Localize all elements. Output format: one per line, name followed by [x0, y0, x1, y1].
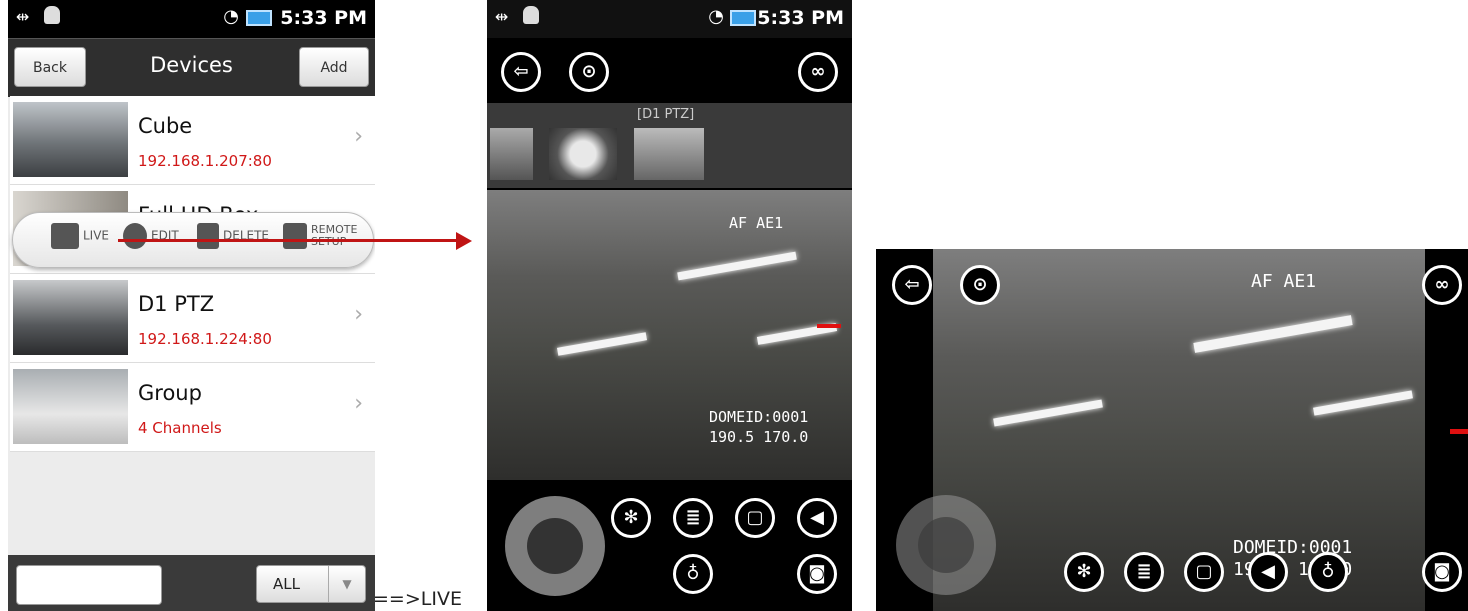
chevron-right-icon: › [354, 302, 363, 327]
speaker-icon[interactable]: ◀ [797, 498, 837, 538]
live-label: LIVE [83, 228, 110, 243]
usb-icon: ⇹ [16, 7, 30, 26]
transition-arrow [118, 239, 458, 242]
battery-icon [730, 10, 756, 26]
live-screen-portrait: ⇹ ◔ 5:33 PM ⇦ ⊙ ∞ [D1 PTZ] AF AE1 DOMEID… [487, 0, 852, 611]
fullscreen-icon[interactable]: ▢ [735, 498, 775, 538]
device-name: D1 PTZ [138, 292, 215, 316]
play-icon [51, 223, 79, 249]
remote-icon [283, 223, 307, 249]
status-bar: ⇹ ◔ 5:33 PM [8, 0, 375, 38]
status-bar: ⇹ ◔ 5:33 PM [487, 0, 852, 38]
freeze-icon[interactable]: ✻ [1064, 552, 1104, 592]
device-thumbnail [13, 280, 128, 355]
snapshot-icon[interactable]: ◙ [1422, 552, 1462, 592]
device-name: Group [138, 381, 202, 405]
ceiling-light [556, 332, 648, 356]
speaker-icon[interactable]: ◀ [1248, 552, 1288, 592]
osd-af-ae: AF AE1 [1251, 271, 1317, 292]
channel-thumbnail[interactable] [549, 128, 617, 180]
device-name: Cube [138, 114, 193, 138]
device-row[interactable]: Cube 192.168.1.207:80 › [10, 96, 375, 185]
device-address: 4 Channels [138, 419, 222, 437]
channel-label: [D1 PTZ] [637, 107, 695, 122]
live-screen-landscape: AF AE1 DOMEID:0001 190.5 170.0 ⇦ ⊙ ∞ ✻ ≣… [876, 249, 1468, 611]
device-address: 192.168.1.207:80 [138, 152, 272, 170]
filter-select[interactable]: ALL ▼ [256, 565, 366, 603]
memo-icon[interactable]: ≣ [1124, 552, 1164, 592]
device-row[interactable]: Group 4 Channels › [10, 363, 375, 452]
ptz-icon[interactable]: ⊙ [569, 52, 609, 92]
filter-value: ALL [273, 575, 300, 593]
microphone-icon[interactable]: ♁ [1308, 552, 1348, 592]
ptz-joystick[interactable] [896, 495, 996, 595]
status-time: 5:33 PM [757, 7, 844, 29]
freeze-icon[interactable]: ✻ [611, 498, 651, 538]
android-icon [44, 6, 60, 24]
exit-icon[interactable]: ⇦ [892, 265, 932, 305]
battery-icon [246, 10, 272, 26]
usb-icon: ⇹ [495, 7, 509, 26]
ceiling-light [993, 399, 1103, 427]
wifi-icon: ◔ [708, 6, 724, 27]
add-button[interactable]: Add [299, 47, 369, 87]
title-bar: Back Devices Add [8, 38, 375, 97]
ceiling-light [1193, 315, 1353, 353]
trash-icon [197, 223, 219, 249]
ptz-position-marker [1450, 429, 1468, 434]
ptz-icon[interactable]: ⊙ [960, 265, 1000, 305]
chevron-right-icon: › [354, 391, 363, 416]
ptz-position-marker [817, 324, 841, 328]
ceiling-light [677, 251, 797, 281]
snapshot-icon[interactable]: ◙ [797, 554, 837, 594]
devices-screen: ⇹ ◔ 5:33 PM Back Devices Add Cube 192.16… [8, 0, 375, 611]
arrow-head-icon [456, 232, 472, 250]
caption-live: ==>LIVE [373, 588, 462, 610]
joystick-knob[interactable] [527, 518, 583, 574]
channel-thumbnail[interactable] [490, 128, 533, 180]
ceiling-light [1313, 390, 1413, 416]
microphone-icon[interactable]: ♁ [673, 554, 713, 594]
record-icon[interactable]: ∞ [1422, 265, 1462, 305]
wifi-icon: ◔ [223, 6, 239, 27]
osd-af-ae: AF AE1 [729, 214, 784, 232]
device-row[interactable]: D1 PTZ 192.168.1.224:80 › [10, 274, 375, 363]
device-thumbnail [13, 369, 128, 444]
exit-icon[interactable]: ⇦ [501, 52, 541, 92]
fullscreen-icon[interactable]: ▢ [1184, 552, 1224, 592]
channel-thumbnail[interactable] [634, 128, 704, 180]
device-thumbnail [13, 102, 128, 177]
osd-dome-id: DOMEID:0001 [709, 408, 809, 426]
gear-icon [123, 223, 147, 249]
status-time: 5:33 PM [280, 7, 367, 29]
record-icon[interactable]: ∞ [798, 52, 838, 92]
device-address: 192.168.1.224:80 [138, 330, 272, 348]
android-icon [523, 6, 539, 24]
remote-setup-label: REMOTE SETUP [311, 223, 358, 248]
ptz-joystick[interactable] [505, 496, 605, 596]
search-input[interactable] [16, 565, 162, 605]
osd-coordinates: 190.5 170.0 [709, 428, 809, 446]
bottom-bar: ALL ▼ [8, 555, 375, 611]
live-video-view[interactable]: AF AE1 DOMEID:0001 190.5 170.0 [487, 190, 852, 480]
memo-icon[interactable]: ≣ [673, 498, 713, 538]
chevron-right-icon: › [354, 124, 363, 149]
chevron-down-icon: ▼ [328, 566, 365, 602]
channel-strip: [D1 PTZ] [487, 103, 852, 188]
live-menu-item[interactable]: LIVE [51, 223, 109, 257]
joystick-knob[interactable] [918, 517, 974, 573]
live-video-view[interactable]: AF AE1 DOMEID:0001 190.5 170.0 [933, 249, 1425, 611]
